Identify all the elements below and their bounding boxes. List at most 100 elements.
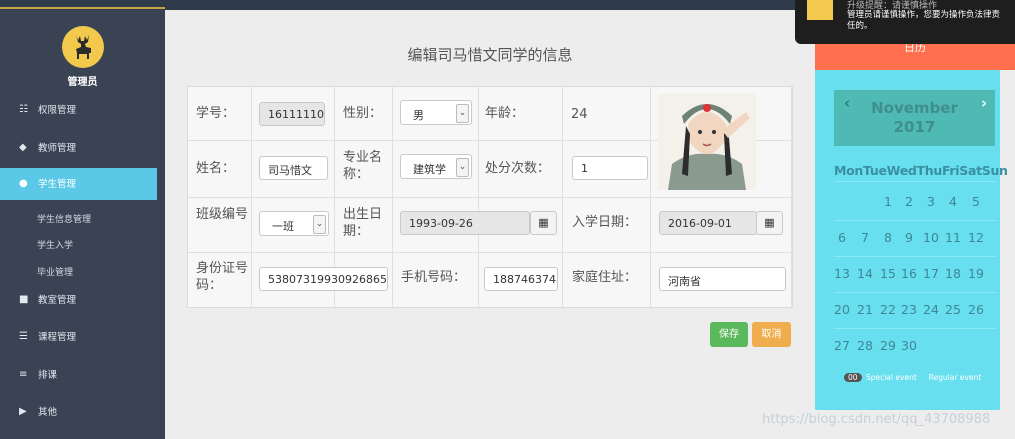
calendar-day[interactable]: 20 — [832, 302, 852, 317]
sidebar-item-other[interactable]: ▶ 其他 — [0, 396, 157, 428]
enroll-date-field[interactable]: 2016-09-01 — [659, 211, 757, 235]
calendar-day[interactable]: 25 — [943, 302, 963, 317]
chevron-down-icon: ⌄ — [456, 104, 469, 123]
name-label: 姓名： — [196, 161, 236, 176]
legend-badge: 00 — [844, 373, 862, 382]
gender-select[interactable]: 男 ⌄ — [400, 100, 472, 125]
calendar-row-divider — [834, 292, 996, 293]
sitemap-icon: ☷ — [19, 104, 28, 115]
calendar-day[interactable]: 11 — [943, 230, 963, 245]
calendar-icon[interactable]: ▦ — [530, 211, 557, 235]
month-label: November — [871, 99, 958, 117]
legend-regular: Regular event — [928, 373, 982, 382]
sidebar-item-permissions[interactable]: ☷ 权限管理 — [0, 94, 157, 126]
role-label: 管理员 — [67, 77, 98, 88]
admin-avatar[interactable] — [62, 26, 104, 68]
calendar-day[interactable]: 27 — [832, 338, 852, 353]
calendar-day[interactable]: 28 — [855, 338, 875, 353]
calendar-day[interactable]: 13 — [832, 266, 852, 281]
page-title: 编辑司马惜文同学的信息 — [407, 46, 573, 64]
student-id-field[interactable]: 161111104 — [259, 102, 325, 126]
calendar-day[interactable]: 16 — [899, 266, 919, 281]
sidebar-item-label: 排课 — [38, 370, 58, 381]
sidebar-item-label: 教师管理 — [38, 143, 77, 154]
sidebar-item-courses[interactable]: ☰ 课程管理 — [0, 321, 157, 353]
calendar-icon[interactable]: ▦ — [756, 211, 783, 235]
calendar-row-divider — [834, 256, 996, 257]
calendar-day[interactable]: 26 — [966, 302, 986, 317]
birth-label: 出生日期： — [343, 207, 383, 239]
calendar-day[interactable]: 6 — [832, 230, 852, 245]
chevron-down-icon: ⌄ — [313, 215, 326, 234]
calendar-day[interactable]: 3 — [921, 194, 941, 209]
subitem-enrollment[interactable]: 学生入学 — [37, 238, 73, 251]
calendar-day[interactable]: 4 — [943, 194, 963, 209]
main-content: 编辑司马惜文同学的信息 学号： 161111104 性别： 男 ⌄ 年龄： 24 — [165, 10, 815, 439]
deer-icon — [807, 0, 833, 20]
student-photo — [658, 94, 756, 190]
sidebar-item-classrooms[interactable]: ■ 教室管理 — [0, 284, 157, 316]
weekday-header: MonTueWedThuFriSatSun — [834, 163, 1008, 178]
sidebar-item-label: 教室管理 — [38, 295, 77, 306]
notification-toast: 升级提醒：请谨慎操作 管理员请谨慎操作，您要为操作负法律责任的。 — [795, 0, 1015, 44]
calendar-day[interactable]: 18 — [943, 266, 963, 281]
class-select[interactable]: 一班 ⌄ — [259, 211, 329, 236]
calendar-day[interactable]: 22 — [878, 302, 898, 317]
calendar-day[interactable]: 8 — [878, 230, 898, 245]
id-card-field[interactable]: 538073199309268653 — [259, 267, 388, 291]
deer-icon — [76, 35, 91, 59]
birth-date-field[interactable]: 1993-09-26 — [400, 211, 530, 235]
calendar-day[interactable]: 9 — [899, 230, 919, 245]
calendar-day[interactable]: 10 — [921, 230, 941, 245]
sidebar-item-teachers[interactable]: ◆ 教师管理 — [0, 132, 157, 164]
name-field[interactable]: 司马惜文 — [259, 156, 328, 180]
year-label: 2017 — [893, 118, 936, 136]
calendar-widget: ‹ November 2017 › MonTueWedThuFriSatSun … — [815, 70, 1008, 410]
calendar-day[interactable]: 21 — [855, 302, 875, 317]
phone-label: 手机号码： — [401, 270, 467, 285]
subitem-graduation[interactable]: 毕业管理 — [37, 265, 73, 278]
calendar-day[interactable]: 14 — [855, 266, 875, 281]
class-label: 班级编号 — [196, 207, 249, 222]
subitem-student-info[interactable]: 学生信息管理 — [37, 212, 91, 225]
calendar-day[interactable]: 29 — [878, 338, 898, 353]
legend-special: Special event — [865, 373, 917, 382]
chevron-right-icon[interactable]: › — [981, 94, 987, 112]
major-select[interactable]: 建筑学 ⌄ — [400, 154, 472, 179]
list-icon: ☰ — [19, 331, 28, 342]
calendar-day[interactable]: 30 — [899, 338, 919, 353]
sidebar-item-label: 权限管理 — [38, 105, 77, 116]
phone-field[interactable]: 18874637482 — [484, 267, 558, 291]
calendar-day[interactable]: 15 — [878, 266, 898, 281]
tag-icon: ▶ — [19, 406, 27, 417]
graduation-cap-icon: ◆ — [19, 142, 27, 153]
calendar-day[interactable]: 19 — [966, 266, 986, 281]
discipline-label: 处分次数： — [485, 161, 551, 176]
sidebar-item-label: 课程管理 — [38, 332, 77, 343]
calendar-day[interactable]: 17 — [921, 266, 941, 281]
address-field[interactable]: 河南省 — [659, 267, 786, 291]
calendar-day[interactable]: 24 — [921, 302, 941, 317]
major-label: 专业名称： — [343, 150, 383, 182]
calendar-day[interactable]: 2 — [899, 194, 919, 209]
watermark: https://blog.csdn.net/qq_43708988 — [762, 412, 991, 427]
sidebar-item-scheduling[interactable]: ≡ 排课 — [0, 359, 157, 391]
calendar-day[interactable]: 7 — [855, 230, 875, 245]
book-icon: ■ — [19, 294, 29, 305]
save-button[interactable]: 保存 — [710, 322, 748, 347]
student-id-label: 学号： — [196, 106, 236, 121]
calendar-day[interactable]: 1 — [878, 194, 898, 209]
sidebar-item-students[interactable]: ● 学生管理 — [0, 168, 157, 200]
discipline-field[interactable]: 1 — [572, 156, 648, 180]
enroll-label: 入学日期： — [572, 215, 638, 230]
users-icon: ● — [19, 178, 28, 189]
sidebar-item-label: 学生管理 — [38, 179, 77, 190]
calendar-day[interactable]: 23 — [899, 302, 919, 317]
calendar-day[interactable]: 12 — [966, 230, 986, 245]
cancel-button[interactable]: 取消 — [752, 322, 791, 347]
id-card-label: 身份证号码： — [196, 261, 249, 293]
edit-student-form: 学号： 161111104 性别： 男 ⌄ 年龄： 24 姓名： 司马惜文 专业… — [187, 86, 793, 308]
sidebar-item-label: 其他 — [38, 407, 58, 418]
calendar-day[interactable]: 5 — [966, 194, 986, 209]
indent-icon: ≡ — [19, 369, 28, 380]
